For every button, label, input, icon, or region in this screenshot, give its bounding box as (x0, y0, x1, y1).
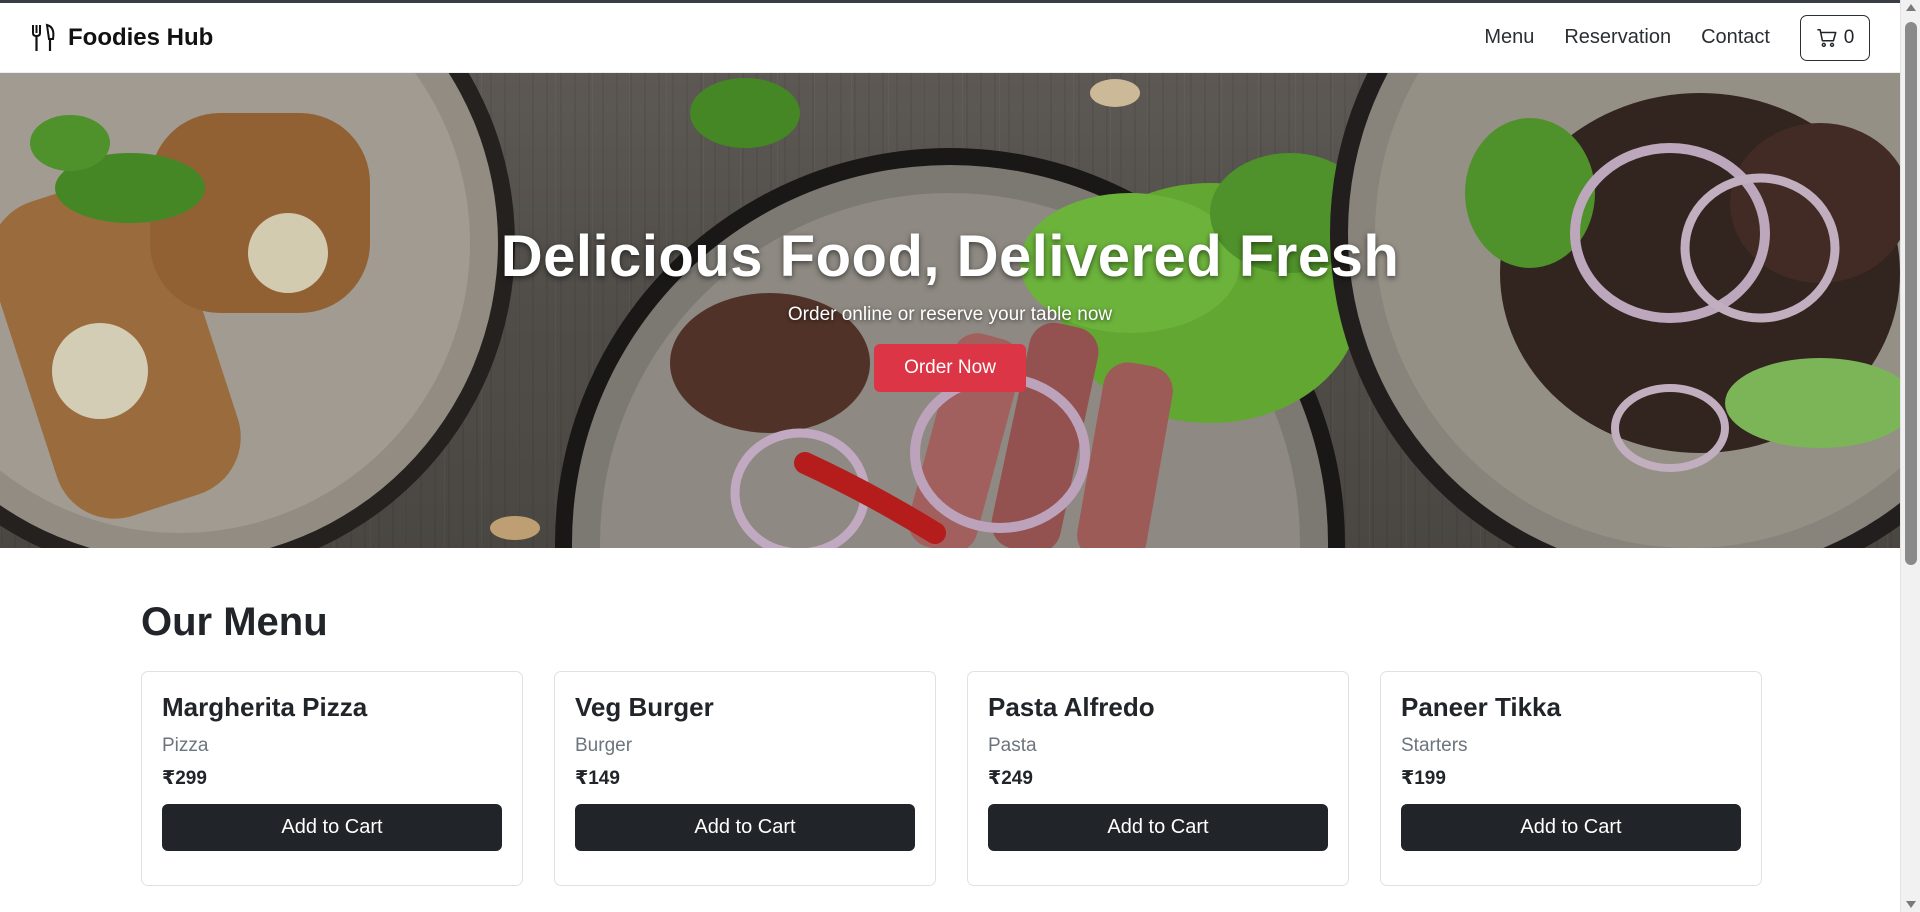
cart-icon (1817, 28, 1837, 47)
hero-content: Delicious Food, Delivered Fresh Order on… (0, 223, 1900, 392)
cart-button[interactable]: 0 (1800, 14, 1870, 61)
page-scrollbar[interactable] (1900, 0, 1920, 912)
menu-item-name: Pasta Alfredo (988, 692, 1155, 722)
scroll-thumb[interactable] (1905, 22, 1917, 565)
menu-item-category: Pasta (988, 735, 1037, 756)
navbar: Foodies Hub Menu Reservation Contact 0 (0, 3, 1900, 73)
add-to-cart-button[interactable]: Add to Cart (1401, 804, 1741, 851)
menu-title: Our Menu (141, 600, 328, 644)
brand[interactable]: Foodies Hub (30, 23, 213, 53)
menu-card: Pasta Alfredo Pasta ₹249 Add to Cart (967, 671, 1349, 886)
menu-card: Paneer Tikka Starters ₹199 Add to Cart (1380, 671, 1762, 886)
hero-subtitle: Order online or reserve your table now (787, 304, 1113, 325)
order-now-button[interactable]: Order Now (874, 344, 1026, 392)
menu-item-category: Burger (575, 735, 633, 756)
add-to-cart-button[interactable]: Add to Cart (988, 804, 1328, 851)
hero-banner: Delicious Food, Delivered Fresh Order on… (0, 73, 1900, 548)
menu-card: Veg Burger Burger ₹149 Add to Cart (554, 671, 936, 886)
nav-links: Menu Reservation Contact 0 (1484, 14, 1870, 61)
scroll-down-arrow-icon[interactable] (1906, 901, 1916, 908)
nav-link-contact[interactable]: Contact (1701, 26, 1770, 49)
hero-title: Delicious Food, Delivered Fresh (500, 224, 1400, 289)
menu-item-name: Paneer Tikka (1401, 692, 1561, 722)
nav-link-menu[interactable]: Menu (1484, 26, 1534, 49)
menu-item-price: ₹199 (1401, 768, 1446, 789)
menu-item-category: Pizza (162, 735, 209, 756)
menu-section: Our Menu Margherita Pizza Pizza ₹299 Add… (141, 600, 1762, 886)
menu-item-name: Veg Burger (575, 692, 714, 722)
fork-knife-icon (32, 23, 55, 51)
menu-item-price: ₹249 (988, 768, 1033, 789)
add-to-cart-button[interactable]: Add to Cart (162, 804, 502, 851)
menu-item-price: ₹299 (162, 768, 207, 789)
menu-cards: Margherita Pizza Pizza ₹299 Add to Cart … (141, 671, 1762, 886)
menu-item-price: ₹149 (575, 768, 620, 789)
nav-link-reservation[interactable]: Reservation (1564, 26, 1671, 49)
menu-card: Margherita Pizza Pizza ₹299 Add to Cart (141, 671, 523, 886)
add-to-cart-button[interactable]: Add to Cart (575, 804, 915, 851)
brand-name: Foodies Hub (68, 23, 214, 51)
scroll-up-arrow-icon[interactable] (1906, 4, 1916, 11)
cart-count: 0 (1843, 26, 1855, 48)
menu-item-name: Margherita Pizza (162, 692, 368, 722)
menu-item-category: Starters (1401, 735, 1468, 756)
